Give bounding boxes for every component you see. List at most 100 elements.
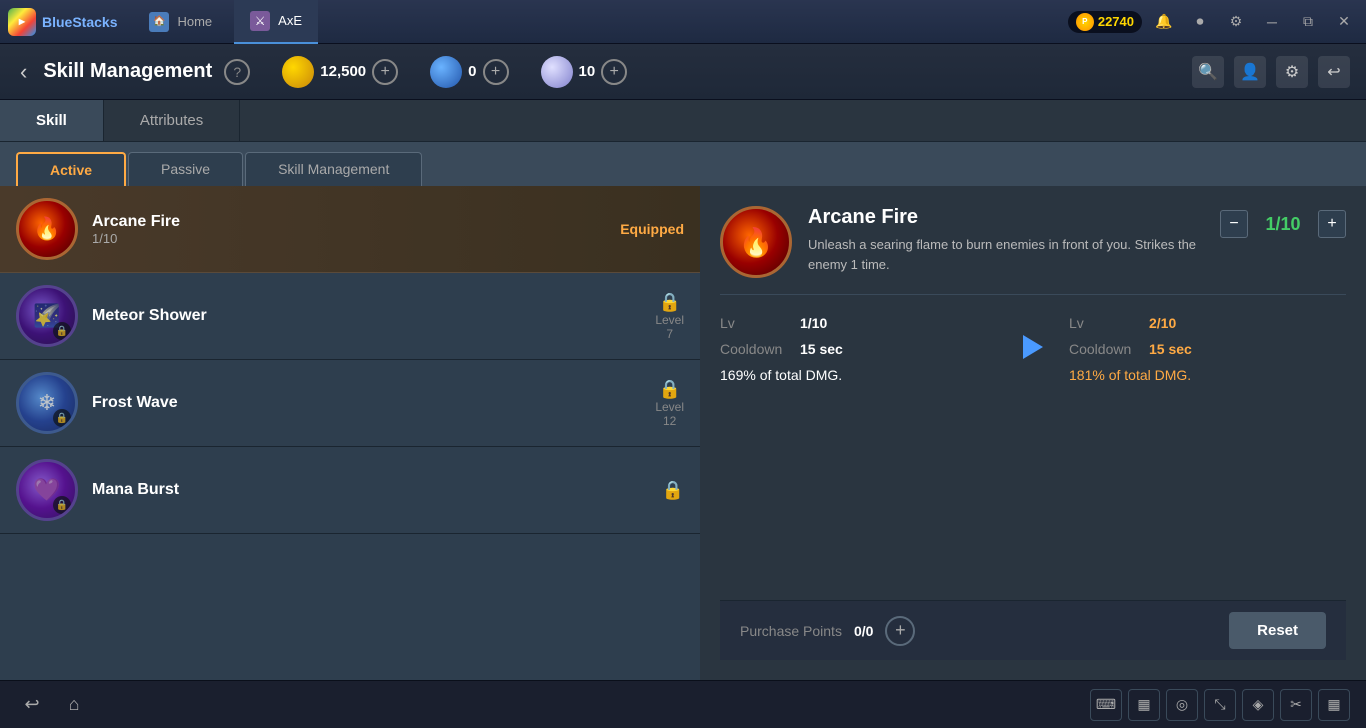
scissors-icon[interactable]: ✂ (1280, 689, 1312, 721)
purchase-add-btn[interactable]: + (885, 616, 915, 646)
title-bar-right: P 22740 🔔 ⏺ ⚙ ─ ⧉ ✕ (1068, 8, 1358, 36)
current-cooldown-value: 15 sec (800, 341, 843, 357)
next-lv-row: Lv 2/10 (1069, 315, 1346, 331)
purchase-value: 0/0 (854, 623, 873, 639)
profile-btn[interactable]: 👤 (1234, 56, 1266, 88)
meteor-shower-icon: 🌠 🔒 (16, 285, 78, 347)
level-value: 1/10 (1258, 214, 1308, 235)
coin-icon: P (1076, 13, 1094, 31)
home-tab-label: Home (177, 14, 212, 29)
restore-btn[interactable]: ⧉ (1294, 8, 1322, 36)
gear-btn[interactable]: ⚙ (1276, 56, 1308, 88)
taskbar-right: ⌨ ▦ ◎ ⤡ ◈ ✂ ▦ (1090, 689, 1350, 721)
white-currency-icon (541, 56, 573, 88)
detail-skill-desc: Unleash a searing flame to burn enemies … (808, 235, 1204, 274)
tab-axe[interactable]: ⚔ AxE (234, 0, 318, 44)
current-lv-label: Lv (720, 315, 800, 331)
blue-currency-icon (430, 56, 462, 88)
close-btn[interactable]: ✕ (1330, 8, 1358, 36)
meteor-lock-symbol: 🔒 (655, 292, 684, 313)
exit-btn[interactable]: ↩ (1318, 56, 1350, 88)
frost-wave-name: Frost Wave (92, 394, 178, 412)
skill-list: 🔥 Arcane Fire 1/10 Equipped 🌠 🔒 Meteor S… (0, 186, 700, 680)
current-lv-row: Lv 1/10 (720, 315, 997, 331)
skill-item-mana-burst[interactable]: 💜 🔒 Mana Burst 🔒 (0, 447, 700, 534)
arcane-fire-info: Arcane Fire 1/10 (92, 213, 180, 246)
currency-blue: 0 + (430, 56, 508, 88)
arcane-fire-icon: 🔥 (16, 198, 78, 260)
subtab-active[interactable]: Active (16, 152, 126, 186)
gold-value: 12,500 (320, 63, 366, 80)
minimize-btn[interactable]: ─ (1258, 8, 1286, 36)
sub-tabs: Active Passive Skill Management (0, 142, 1366, 186)
currency-white: 10 + (541, 56, 628, 88)
current-cooldown-label: Cooldown (720, 341, 800, 357)
detail-skill-name: Arcane Fire (808, 206, 1204, 229)
coins-badge: P 22740 (1068, 11, 1142, 33)
mana-lock-icon: 🔒 (53, 496, 71, 514)
skill-item-arcane-fire[interactable]: 🔥 Arcane Fire 1/10 Equipped (0, 186, 700, 273)
meteor-level-label: Level (655, 313, 684, 327)
mana-burst-icon: 💜 🔒 (16, 459, 78, 521)
mana-lock-symbol: 🔒 (662, 480, 684, 501)
frost-level-label: Level (655, 400, 684, 414)
comparison-arrow (1013, 315, 1053, 359)
level-increase-btn[interactable]: + (1318, 210, 1346, 238)
meteor-level-value: 7 (666, 327, 673, 341)
arrow-right-icon (1023, 335, 1043, 359)
taskbar: ↩ ⌂ ⌨ ▦ ◎ ⤡ ◈ ✂ ▦ (0, 680, 1366, 728)
blue-value: 0 (468, 63, 476, 80)
reset-button[interactable]: Reset (1229, 612, 1326, 649)
skill-detail-panel: 🔥 Arcane Fire Unleash a searing flame to… (700, 186, 1366, 680)
search-btn[interactable]: 🔍 (1192, 56, 1224, 88)
gold-icon (282, 56, 314, 88)
brand-label: BlueStacks (42, 14, 117, 30)
level-decrease-btn[interactable]: − (1220, 210, 1248, 238)
next-cooldown-row: Cooldown 15 sec (1069, 341, 1346, 357)
tab-skill[interactable]: Skill (0, 100, 104, 141)
stats-current: Lv 1/10 Cooldown 15 sec 169% of total DM… (720, 315, 997, 383)
detail-skill-icon: 🔥 (720, 206, 792, 278)
main-tabs: Skill Attributes (0, 100, 1366, 142)
taskbar-back-btn[interactable]: ↩ (16, 689, 48, 721)
title-bar: ▶ BlueStacks 🏠 Home ⚔ AxE P 22740 🔔 ⏺ ⚙ … (0, 0, 1366, 44)
add-white-btn[interactable]: + (601, 59, 627, 85)
tab-attributes[interactable]: Attributes (104, 100, 240, 141)
white-value: 10 (579, 63, 596, 80)
grid-icon[interactable]: ▦ (1318, 689, 1350, 721)
settings-btn[interactable]: ⚙ (1222, 8, 1250, 36)
taskbar-home-btn[interactable]: ⌂ (58, 689, 90, 721)
purchase-label: Purchase Points (740, 623, 842, 639)
frost-lock-symbol: 🔒 (655, 379, 684, 400)
stats-area: Lv 1/10 Cooldown 15 sec 169% of total DM… (720, 315, 1346, 383)
arcane-fire-name: Arcane Fire (92, 213, 180, 231)
arcane-fire-equipped: Equipped (620, 221, 684, 237)
skill-item-frost-wave[interactable]: ❄ 🔒 Frost Wave 🔒 Level 12 (0, 360, 700, 447)
record-btn[interactable]: ⏺ (1186, 8, 1214, 36)
add-gold-btn[interactable]: + (372, 59, 398, 85)
game-tab-label: AxE (278, 13, 302, 28)
expand-icon[interactable]: ⤡ (1204, 689, 1236, 721)
taskbar-left: ↩ ⌂ (16, 689, 90, 721)
next-lv-label: Lv (1069, 315, 1149, 331)
camera-icon[interactable]: ◎ (1166, 689, 1198, 721)
keyboard2-icon[interactable]: ▦ (1128, 689, 1160, 721)
keyboard-icon[interactable]: ⌨ (1090, 689, 1122, 721)
location-icon[interactable]: ◈ (1242, 689, 1274, 721)
notification-btn[interactable]: 🔔 (1150, 8, 1178, 36)
back-button[interactable]: ‹ (16, 55, 31, 89)
tab-home[interactable]: 🏠 Home (133, 0, 228, 44)
add-blue-btn[interactable]: + (483, 59, 509, 85)
current-lv-value: 1/10 (800, 315, 827, 331)
subtab-skill-management[interactable]: Skill Management (245, 152, 422, 186)
subtab-passive[interactable]: Passive (128, 152, 243, 186)
coins-value: 22740 (1098, 14, 1134, 29)
meteor-shower-locked: 🔒 Level 7 (655, 292, 684, 341)
next-cooldown-value: 15 sec (1149, 341, 1192, 357)
help-button[interactable]: ? (224, 59, 250, 85)
home-tab-icon: 🏠 (149, 12, 169, 32)
currency-gold: 12,500 + (282, 56, 398, 88)
mana-burst-info: Mana Burst (92, 481, 179, 499)
skill-item-meteor-shower[interactable]: 🌠 🔒 Meteor Shower 🔒 Level 7 (0, 273, 700, 360)
meteor-shower-name: Meteor Shower (92, 307, 207, 325)
